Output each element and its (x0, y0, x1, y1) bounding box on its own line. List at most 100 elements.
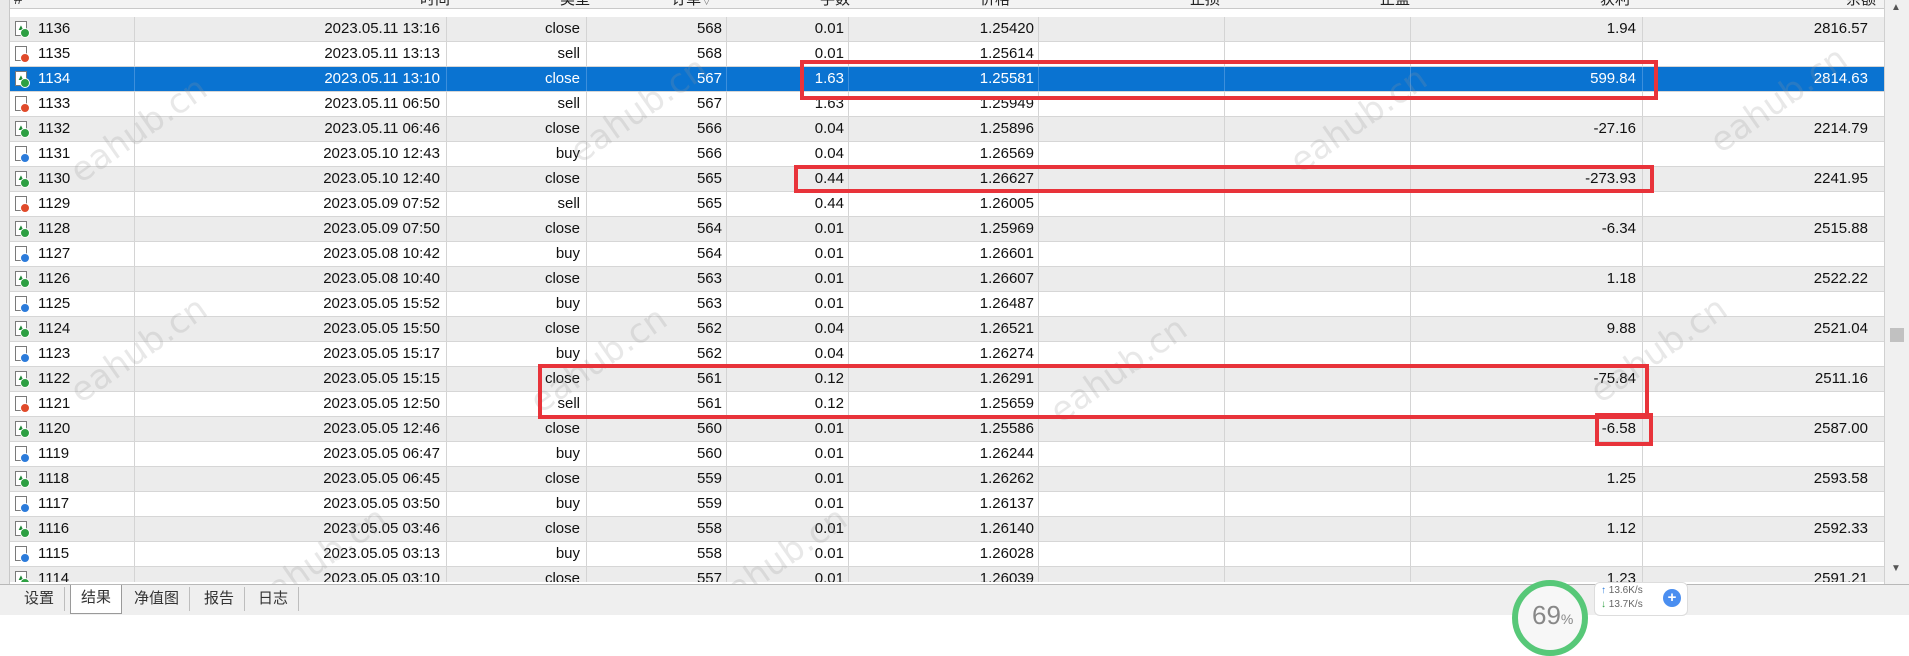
results-table-body: ▲ 1136 2023.05.11 13:16 close 568 0.01 1.25420… (10, 17, 1884, 582)
table-row[interactable]: 1133 2023.05.11 06:50 sell 567 1.63 1.25949 (10, 92, 1884, 117)
col-header-price[interactable]: 价格 (890, 0, 1010, 8)
table-row[interactable]: ▲ 1126 2023.05.08 10:40 close 563 0.01 1.26607… (10, 267, 1884, 292)
table-row[interactable]: ▲ 1122 2023.05.05 15:15 close 561 0.12 1.26291… (10, 367, 1884, 392)
col-header-time[interactable]: 时间 (310, 0, 450, 8)
cell-price: 1.26487 (979, 295, 1034, 312)
table-row[interactable]: ▲ 1120 2023.05.05 12:46 close 560 0.01 1.25586… (10, 417, 1884, 442)
cell-profit: 599.84 (1590, 70, 1636, 87)
cell-time: 2023.05.05 03:50 (323, 495, 440, 512)
column-divider (1410, 542, 1411, 566)
column-divider (1224, 17, 1225, 41)
column-divider (1038, 267, 1039, 291)
cell-type: close (544, 170, 580, 187)
column-divider (134, 242, 135, 266)
column-divider (848, 17, 849, 41)
table-row[interactable]: 1125 2023.05.05 15:52 buy 563 0.01 1.26487 (10, 292, 1884, 317)
col-header-lots[interactable]: 手数 (750, 0, 850, 8)
tab-equity-chart[interactable]: 净值图 (124, 587, 191, 611)
col-header-balance[interactable]: 余额 (1750, 0, 1876, 8)
column-divider (1410, 192, 1411, 216)
col-header-profit[interactable]: 获利 (1510, 0, 1630, 8)
column-divider (134, 392, 135, 416)
table-row[interactable]: 1123 2023.05.05 15:17 buy 562 0.04 1.26274 (10, 342, 1884, 367)
cell-profit: 1.25 (1606, 470, 1636, 487)
table-row[interactable]: 1121 2023.05.05 12:50 sell 561 0.12 1.25659 (10, 392, 1884, 417)
cell-profit (1476, 192, 1636, 216)
column-divider (1642, 317, 1643, 341)
tab-results[interactable]: 结果 (70, 585, 123, 614)
table-row[interactable]: ▲ 1130 2023.05.10 12:40 close 565 0.44 1.26627… (10, 167, 1884, 192)
table-row[interactable]: 1131 2023.05.10 12:43 buy 566 0.04 1.26569 (10, 142, 1884, 167)
column-divider (1224, 417, 1225, 441)
cell-lots: 0.01 (814, 270, 844, 287)
cell-id: 1118 (38, 470, 70, 487)
table-row[interactable]: ▲ 1116 2023.05.05 03:46 close 558 0.01 1.26140… (10, 517, 1884, 542)
table-row[interactable]: ▲ 1134 2023.05.11 13:10 close 567 1.63 1.25581… (10, 67, 1884, 92)
column-divider (1038, 467, 1039, 491)
window-left-edge (0, 0, 10, 614)
cell-lots: 0.44 (814, 170, 844, 187)
tab-report[interactable]: 报告 (194, 587, 246, 611)
vertical-scrollbar[interactable]: ▲ ▼ (1884, 0, 1909, 584)
system-monitor-widget[interactable]: 69% ↑ 13.6K/s ↓ 13.7K/s + (1512, 572, 1712, 656)
deal-sell-icon (15, 196, 30, 213)
cell-balance: 2587.00 (1813, 420, 1868, 437)
cell-id: 1129 (38, 195, 71, 212)
column-divider (134, 567, 135, 582)
column-divider (848, 417, 849, 441)
cell-lots: 0.01 (814, 495, 844, 512)
col-header-tp[interactable]: 止盈 (1290, 0, 1410, 8)
table-row[interactable]: 1117 2023.05.05 03:50 buy 559 0.01 1.26137 (10, 492, 1884, 517)
column-divider (1642, 42, 1643, 66)
column-divider (1410, 142, 1411, 166)
cell-type: close (544, 520, 580, 537)
cell-type: buy (555, 345, 580, 362)
cell-lots: 0.01 (814, 520, 844, 537)
table-row[interactable]: ▲ 1128 2023.05.09 07:50 close 564 0.01 1.25969… (10, 217, 1884, 242)
cell-type: close (544, 470, 580, 487)
cell-balance (1708, 242, 1868, 266)
table-row[interactable]: 1127 2023.05.08 10:42 buy 564 0.01 1.26601 (10, 242, 1884, 267)
scrollbar-thumb[interactable] (1890, 328, 1904, 342)
results-table-header: # 时间 类型 订单▽ 手数 价格 止损 止盈 获利 余额 (10, 0, 1884, 9)
cell-price: 1.25969 (979, 220, 1034, 237)
col-header-id[interactable]: # (14, 0, 34, 8)
cell-profit (1476, 92, 1636, 116)
column-divider (1642, 467, 1643, 491)
expand-plus-icon[interactable]: + (1663, 589, 1681, 607)
table-row[interactable]: ▲ 1132 2023.05.11 06:46 close 566 0.04 1.25896… (10, 117, 1884, 142)
cell-id: 1114 (38, 570, 70, 582)
table-row[interactable]: 1129 2023.05.09 07:52 sell 565 0.44 1.26005 (10, 192, 1884, 217)
table-row[interactable]: ▲ 1118 2023.05.05 06:45 close 559 0.01 1.26262… (10, 467, 1884, 492)
column-divider (1038, 567, 1039, 582)
table-row[interactable]: ▲ 1136 2023.05.11 13:16 close 568 0.01 1.25420… (10, 17, 1884, 42)
column-divider (134, 267, 135, 291)
cell-time: 2023.05.05 12:50 (323, 395, 440, 412)
cell-lots: 1.63 (814, 95, 844, 112)
table-row[interactable]: 1119 2023.05.05 06:47 buy 560 0.01 1.26244 (10, 442, 1884, 467)
table-row[interactable]: 1115 2023.05.05 03:13 buy 558 0.01 1.26028 (10, 542, 1884, 567)
cell-type: sell (557, 395, 580, 412)
cpu-gauge[interactable]: 69% (1512, 580, 1588, 656)
table-row[interactable]: 1135 2023.05.11 13:13 sell 568 0.01 1.25614 (10, 42, 1884, 67)
column-divider (1224, 67, 1225, 91)
col-header-order[interactable]: 订单▽ (610, 0, 710, 8)
column-divider (1038, 167, 1039, 191)
cell-time: 2023.05.05 15:15 (323, 370, 440, 387)
scroll-up-icon[interactable]: ▲ (1891, 2, 1901, 13)
tab-settings[interactable]: 设置 (14, 587, 66, 611)
cell-id: 1119 (38, 445, 70, 462)
deal-close-icon: ▲ (15, 421, 30, 438)
cell-time: 2023.05.11 13:10 (324, 70, 440, 87)
col-header-type[interactable]: 类型 (480, 0, 590, 8)
column-divider (848, 92, 849, 116)
tab-journal[interactable]: 日志 (248, 587, 300, 611)
cell-profit (1476, 542, 1636, 566)
column-divider (1410, 67, 1411, 91)
table-row[interactable]: ▲ 1124 2023.05.05 15:50 close 562 0.04 1.26521… (10, 317, 1884, 342)
cell-lots: 0.01 (814, 20, 844, 37)
scroll-down-icon[interactable]: ▼ (1891, 563, 1901, 574)
col-header-sl[interactable]: 止损 (1100, 0, 1220, 8)
column-divider (1038, 67, 1039, 91)
cell-type: sell (557, 95, 580, 112)
